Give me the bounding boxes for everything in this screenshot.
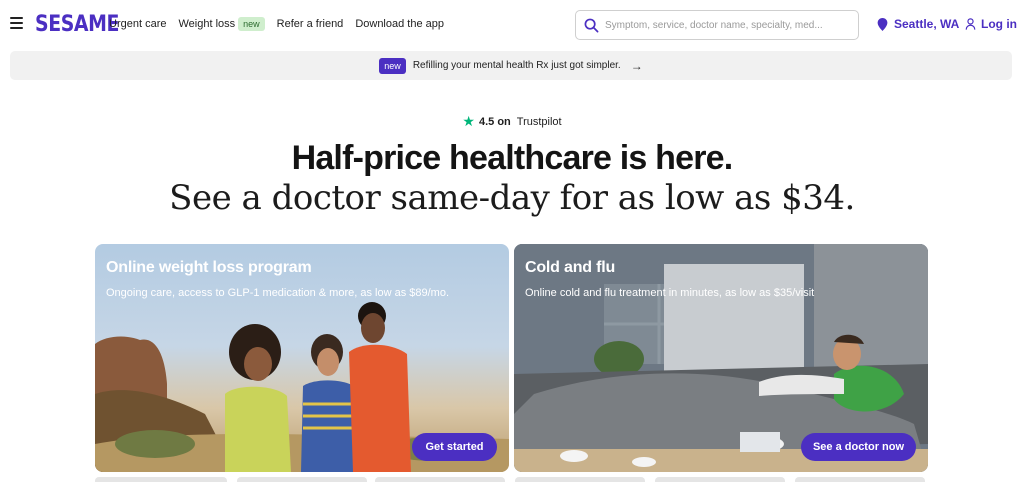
card-title: Cold and flu <box>525 259 616 276</box>
star-icon: ★ <box>462 113 475 129</box>
location-pin-icon <box>877 17 888 31</box>
nav-weight-loss-label: Weight loss <box>178 18 236 30</box>
main-nav: Urgent care Weight loss new Refer a frie… <box>109 17 456 31</box>
next-row-card <box>95 477 227 482</box>
next-row-card <box>795 477 925 482</box>
search-box[interactable] <box>575 10 859 40</box>
next-row-card <box>237 477 367 482</box>
next-row-card <box>655 477 785 482</box>
nav-urgent-care-label: Urgent care <box>109 18 167 30</box>
nav-weight-loss[interactable]: Weight loss new <box>178 17 265 31</box>
announcement-new-badge: new <box>379 57 406 74</box>
next-row-card <box>515 477 645 482</box>
cold-flu-card[interactable]: Cold and flu Online cold and flu treatme… <box>514 244 928 472</box>
nav-refer-friend[interactable]: Refer a friend <box>277 18 344 30</box>
login-button[interactable]: Log in <box>965 17 1017 31</box>
trustpilot-rating[interactable]: ★ 4.5 on Trustpilot <box>0 113 1024 130</box>
search-icon <box>584 18 599 32</box>
top-header: SESAME Urgent care Weight loss new Refer… <box>0 0 1024 50</box>
user-icon <box>965 18 976 30</box>
nav-refer-friend-label: Refer a friend <box>276 18 344 30</box>
card-subtitle: Ongoing care, access to GLP-1 medication… <box>106 287 449 299</box>
hamburger-icon[interactable] <box>10 17 23 29</box>
hero-headline: Half-price healthcare is here. <box>291 139 734 177</box>
rating-score: 4.5 on <box>478 115 511 128</box>
arrow-right-icon: → <box>630 58 643 73</box>
get-started-button[interactable]: Get started <box>412 433 497 461</box>
see-doctor-button[interactable]: See a doctor now <box>801 433 916 461</box>
nav-urgent-care[interactable]: Urgent care <box>109 18 166 30</box>
sesame-logo[interactable]: SESAME <box>35 12 119 37</box>
nav-download-app-label: Download the app <box>355 18 444 30</box>
next-row-card <box>375 477 505 482</box>
weight-loss-card[interactable]: Online weight loss program Ongoing care,… <box>95 244 509 472</box>
location-label: Seattle, WA <box>894 17 960 31</box>
trustpilot-label: Trustpilot <box>516 115 562 128</box>
hero-subheadline: See a doctor same-day for as low as $34. <box>169 178 855 218</box>
card-title: Online weight loss program <box>106 259 312 276</box>
nav-download-app[interactable]: Download the app <box>355 18 444 30</box>
new-badge: new <box>238 17 265 31</box>
login-label: Log in <box>981 17 1017 31</box>
card-subtitle: Online cold and flu treatment in minutes… <box>525 287 815 299</box>
search-input[interactable] <box>605 19 845 31</box>
announcement-bar[interactable]: new Refilling your mental health Rx just… <box>10 51 1012 80</box>
location-selector[interactable]: Seattle, WA <box>877 17 959 31</box>
announcement-text: Refilling your mental health Rx just got… <box>412 60 621 71</box>
